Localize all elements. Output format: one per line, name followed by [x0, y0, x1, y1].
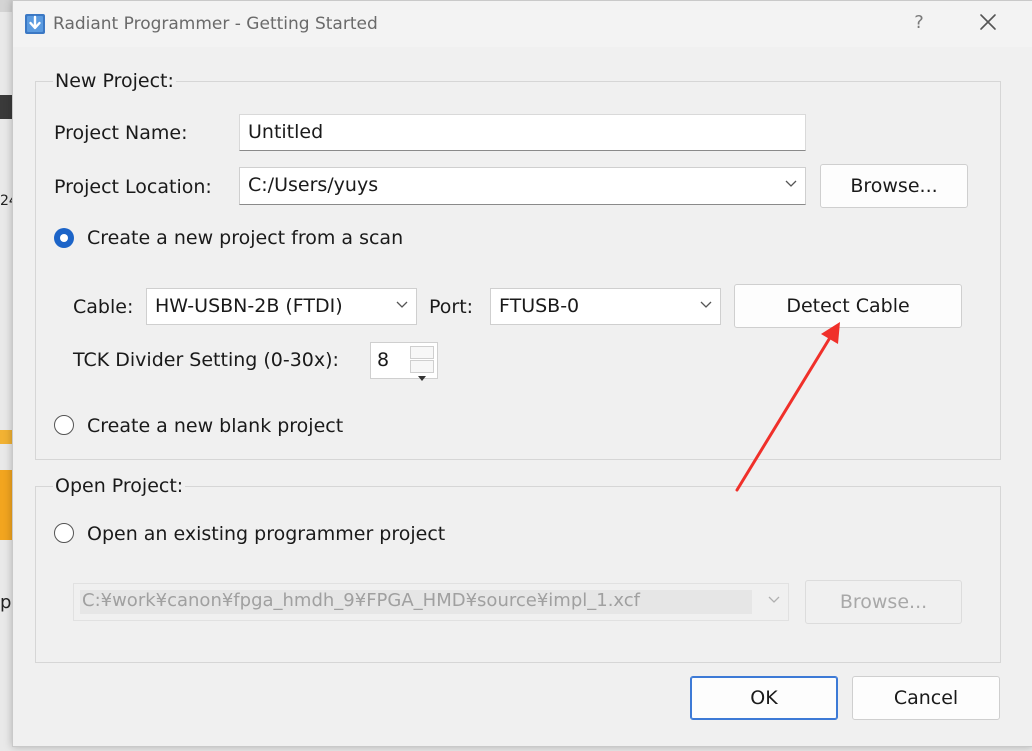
existing-browse-button[interactable]: Browse...	[805, 580, 962, 624]
cancel-button[interactable]: Cancel	[852, 676, 1000, 720]
getting-started-dialog: Radiant Programmer - Getting Started ? N…	[12, 0, 1032, 747]
ok-button[interactable]: OK	[690, 676, 838, 720]
port-label: Port:	[429, 296, 474, 318]
project-name-label: Project Name:	[54, 122, 188, 144]
tck-divider-spinbox[interactable]: 8	[370, 342, 438, 381]
open-project-group-title: Open Project:	[53, 475, 186, 497]
cable-select[interactable]: HW-USBN-2B (FTDI)	[146, 288, 417, 325]
tck-divider-label: TCK Divider Setting (0-30x):	[73, 349, 339, 371]
open-project-group	[35, 486, 1001, 663]
new-project-group-title: New Project:	[53, 70, 176, 92]
project-name-input[interactable]: Untitled	[239, 114, 806, 151]
cable-value: HW-USBN-2B (FTDI)	[155, 295, 343, 317]
cable-label: Cable:	[73, 296, 134, 318]
spin-down-button[interactable]	[410, 360, 434, 381]
help-button[interactable]: ?	[909, 12, 929, 33]
blank-project-radio[interactable]	[54, 415, 74, 435]
chevron-down-icon	[785, 180, 797, 187]
port-value: FTUSB-0	[499, 295, 580, 317]
close-icon[interactable]	[975, 9, 1001, 35]
existing-project-path-value: C:¥work¥canon¥fpga_hmdh_9¥FPGA_HMD¥sourc…	[82, 590, 640, 611]
existing-project-path-combo[interactable]: C:¥work¥canon¥fpga_hmdh_9¥FPGA_HMD¥sourc…	[73, 583, 789, 621]
scan-project-radio[interactable]	[54, 228, 74, 248]
window-title: Radiant Programmer - Getting Started	[53, 14, 378, 34]
project-location-value: C:/Users/yuys	[248, 174, 379, 196]
detect-cable-button[interactable]: Detect Cable	[734, 284, 962, 328]
project-location-label: Project Location:	[54, 176, 212, 198]
title-bar[interactable]: Radiant Programmer - Getting Started ?	[13, 1, 1032, 47]
existing-project-radio[interactable]	[54, 523, 74, 543]
location-browse-button[interactable]: Browse...	[820, 164, 968, 208]
chevron-down-icon	[768, 596, 780, 603]
project-name-value: Untitled	[248, 121, 324, 143]
spin-buttons	[410, 346, 434, 381]
chevron-down-icon	[396, 301, 408, 308]
spin-up-button[interactable]	[410, 346, 434, 367]
triangle-down-icon	[418, 376, 426, 381]
port-select[interactable]: FTUSB-0	[490, 288, 721, 325]
project-location-combo[interactable]: C:/Users/yuys	[239, 167, 806, 205]
tck-divider-value: 8	[377, 349, 390, 371]
radiant-programmer-app-icon	[25, 14, 45, 34]
existing-project-option-label[interactable]: Open an existing programmer project	[87, 523, 445, 545]
background-text: p	[0, 592, 12, 613]
blank-project-option-label[interactable]: Create a new blank project	[87, 415, 343, 437]
scan-project-option-label[interactable]: Create a new project from a scan	[87, 227, 403, 249]
chevron-down-icon	[700, 301, 712, 308]
